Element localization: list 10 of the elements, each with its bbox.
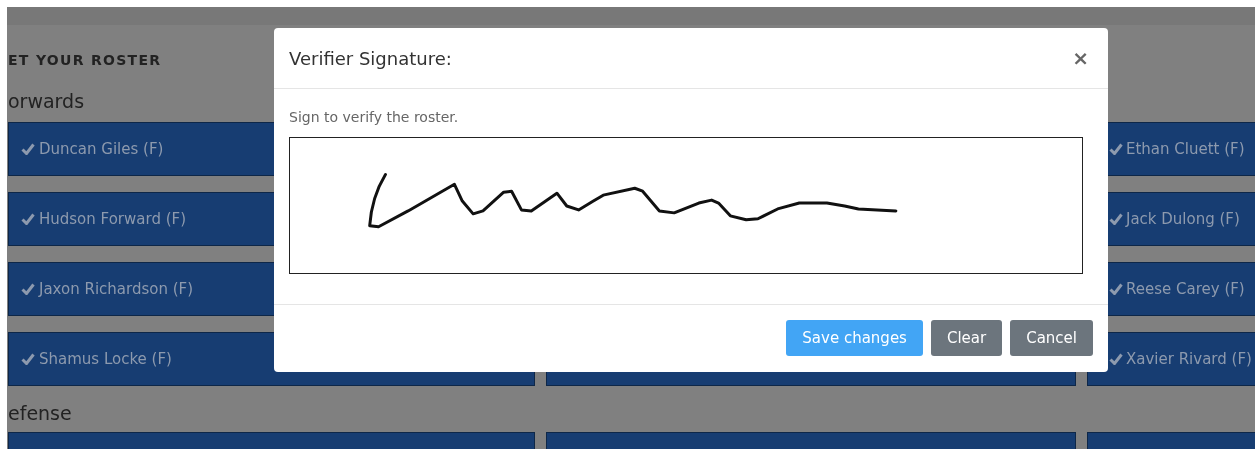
player-button[interactable]: Xavier Rivard (F) [1087, 332, 1255, 386]
cancel-button[interactable]: Cancel [1010, 320, 1093, 356]
clear-button[interactable]: Clear [930, 320, 1003, 356]
save-button[interactable]: Save changes [786, 320, 923, 356]
close-button[interactable]: × [1068, 46, 1093, 70]
section-heading: efense [8, 401, 72, 425]
modal-title: Verifier Signature: [289, 47, 452, 69]
signature-pad[interactable] [289, 137, 1083, 274]
roster-heading: ET YOUR ROSTER [8, 51, 162, 70]
section-heading: orwards [8, 89, 85, 113]
